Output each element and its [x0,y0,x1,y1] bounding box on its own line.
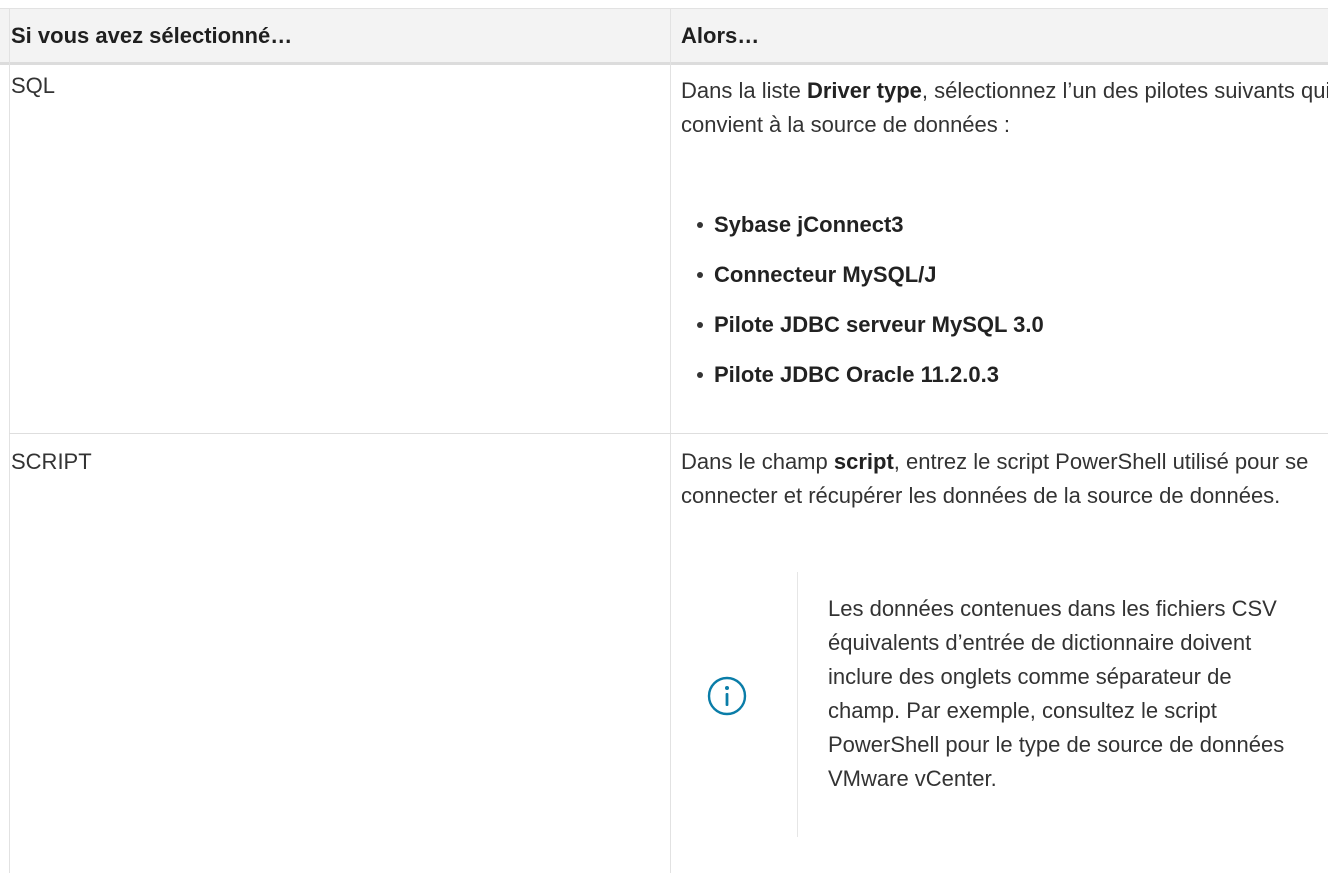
driver-name: Pilote JDBC Oracle 11.2.0.3 [714,362,999,387]
row-script-selection: SCRIPT [11,449,92,474]
driver-name: Sybase jConnect3 [714,212,904,237]
bullet-icon [697,371,703,378]
note-text: Les données contenues dans les fichiers … [828,596,1285,791]
bullet-icon [697,271,703,278]
row-sql-intro: Dans la liste Driver type, sélectionnez … [681,74,1328,142]
list-item: Connecteur MySQL/J [697,257,1044,293]
list-item: Pilote JDBC serveur MySQL 3.0 [697,307,1044,343]
driver-list: Sybase jConnect3 Connecteur MySQL/J Pilo… [697,207,1044,407]
note-separator [797,572,798,837]
sql-intro-before: Dans la liste [681,78,807,103]
bullet-icon [697,321,703,328]
driver-name: Pilote JDBC serveur MySQL 3.0 [714,312,1044,337]
row-sql-selection: SQL [11,73,56,98]
column-divider [670,8,671,873]
driver-name: Connecteur MySQL/J [714,262,937,287]
table-left-border [9,8,10,873]
script-intro-before: Dans le champ [681,449,834,474]
list-item: Sybase jConnect3 [697,207,1044,243]
driver-type-label: Driver type [806,78,922,103]
bullet-icon [697,221,703,228]
options-table: Si vous avez sélectionné… Alors… SQL Dan… [0,0,1328,873]
list-item: Pilote JDBC Oracle 11.2.0.3 [697,357,1044,393]
info-note: Les données contenues dans les fichiers … [681,572,1328,837]
header-action: Alors… [681,23,760,48]
row-script-intro: Dans le champ script, entrez le script P… [681,445,1328,513]
table-header-row: Si vous avez sélectionné… Alors… [0,8,1328,65]
script-field-label: script [833,449,894,474]
info-icon [707,676,747,716]
header-selection: Si vous avez sélectionné… [11,23,293,48]
row-divider [9,433,1328,434]
